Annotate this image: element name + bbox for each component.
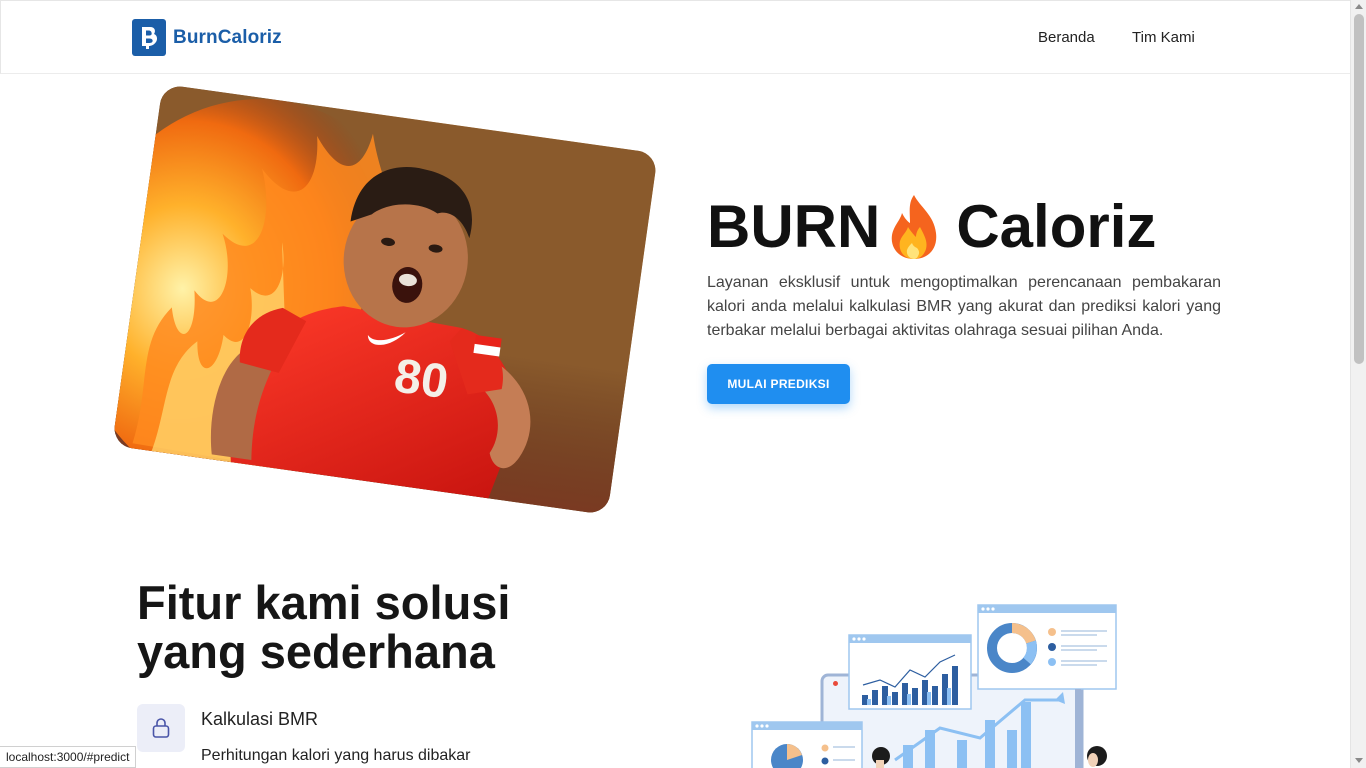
nav-link-tim-kami[interactable]: Tim Kami bbox=[1132, 29, 1195, 46]
hero-title: BURN Caloriz bbox=[707, 192, 1156, 261]
scroll-down-icon[interactable] bbox=[1355, 758, 1363, 763]
hero-title-caloriz: Caloriz bbox=[956, 193, 1157, 260]
brand-name: BurnCaloriz bbox=[173, 26, 282, 48]
jersey-number: 80 bbox=[391, 349, 451, 409]
scroll-up-icon[interactable] bbox=[1355, 4, 1363, 9]
brand-link[interactable]: BurnCaloriz bbox=[132, 19, 282, 56]
feature-icon-box bbox=[137, 704, 185, 752]
navbar: BurnCaloriz Beranda Tim Kami bbox=[0, 0, 1350, 74]
feature-desc-bmr: Perhitungan kalori yang harus dibakar bbox=[201, 747, 471, 764]
hero-description: Layanan eksklusif untuk mengoptimalkan p… bbox=[707, 274, 1221, 339]
hero-image: 80 bbox=[112, 83, 658, 516]
scrollbar-thumb[interactable] bbox=[1354, 14, 1364, 364]
lock-icon bbox=[152, 718, 170, 738]
features-title-line2: yang sederhana bbox=[137, 625, 495, 678]
status-bar-url: localhost:3000/#predict bbox=[0, 746, 137, 768]
hero-title-burn: BURN bbox=[707, 193, 881, 260]
page-scrollbar[interactable] bbox=[1350, 0, 1366, 768]
analytics-illustration bbox=[751, 604, 1117, 768]
fire-icon bbox=[892, 194, 937, 259]
feature-name-bmr: Kalkulasi BMR bbox=[201, 709, 319, 729]
features-title: Fitur kami solusi yang sederhana bbox=[137, 578, 510, 676]
nav-link-beranda[interactable]: Beranda bbox=[1038, 29, 1095, 46]
start-prediction-button[interactable]: MULAI PREDIKSI bbox=[707, 364, 850, 404]
brand-logo-icon bbox=[132, 19, 166, 56]
features-title-line1: Fitur kami solusi bbox=[137, 576, 511, 629]
